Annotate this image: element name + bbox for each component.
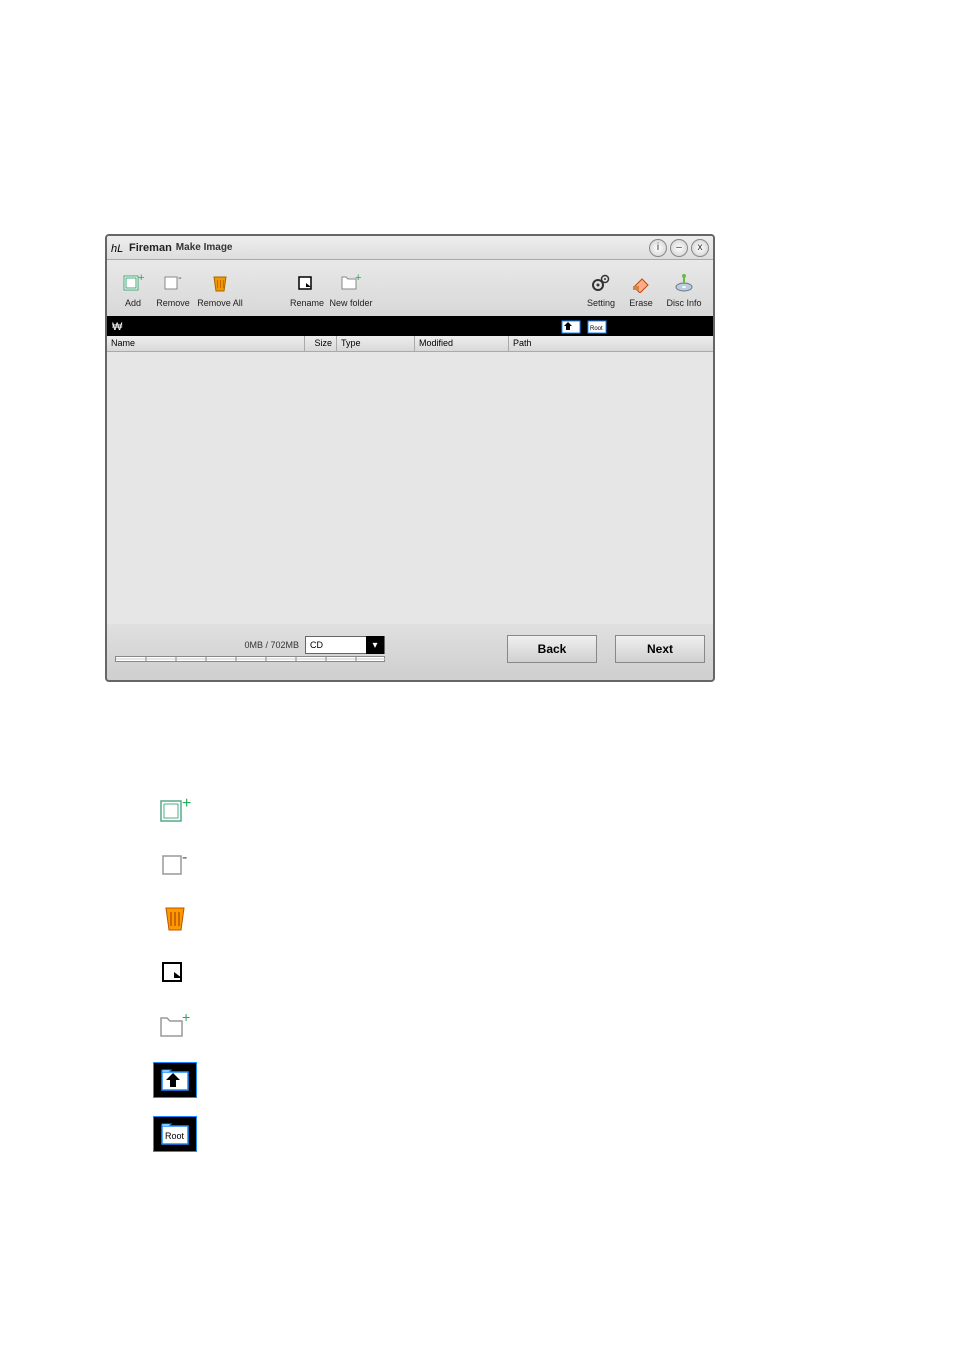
disc-info-icon [673, 272, 695, 294]
rename-label: Rename [290, 298, 324, 308]
remove-all-button[interactable]: Remove All [193, 272, 247, 308]
bottom-bar: 0MB / 702MB CD ▾ Back Next [107, 624, 713, 674]
folder-up-button[interactable] [561, 318, 583, 334]
col-type[interactable]: Type [337, 336, 415, 351]
legend-add-icon: + [153, 792, 197, 828]
legend-rename-icon [153, 954, 197, 990]
info-icon: i [657, 242, 659, 253]
toolbar-group-mid: Rename + New folder [287, 272, 375, 308]
toolbar: + Add - Remove Remove All [107, 260, 713, 316]
info-button[interactable]: i [649, 239, 667, 257]
erase-button[interactable]: Erase [621, 272, 661, 308]
svg-text:+: + [182, 1012, 190, 1025]
col-size[interactable]: Size [305, 336, 337, 351]
add-label: Add [125, 298, 141, 308]
svg-text:-: - [182, 850, 187, 866]
setting-button[interactable]: Setting [581, 272, 621, 308]
disc-info-label: Disc Info [666, 298, 701, 308]
rename-icon [296, 272, 318, 294]
path-bar: ₩ Root [107, 316, 713, 336]
chevron-down-icon: ▾ [366, 636, 384, 654]
title-bar: hL Fireman Make Image i – x [107, 236, 713, 260]
window-controls: i – x [649, 239, 709, 257]
nav-buttons: Back Next [497, 635, 705, 663]
svg-text:-: - [178, 273, 182, 284]
media-selected: CD [306, 640, 366, 650]
back-button[interactable]: Back [507, 635, 597, 663]
minimize-button[interactable]: – [670, 239, 688, 257]
list-header: Name Size Type Modified Path [107, 336, 713, 352]
disc-info-button[interactable]: Disc Info [661, 272, 707, 308]
remove-all-icon [209, 272, 231, 294]
toolbar-group-right: Setting Erase Disc Info [581, 272, 707, 308]
new-folder-label: New folder [329, 298, 372, 308]
folder-root-button[interactable]: Root [587, 318, 609, 334]
add-icon: + [122, 272, 144, 294]
legend-new-folder-icon: + [153, 1008, 197, 1044]
brand-logo-icon: hL [111, 241, 127, 255]
next-button[interactable]: Next [615, 635, 705, 663]
gear-icon [590, 272, 612, 294]
root-path-icon: ₩ [111, 319, 125, 333]
close-icon: x [698, 242, 703, 253]
brand-title: Fireman [129, 242, 172, 254]
remove-icon: - [162, 272, 184, 294]
svg-text:+: + [138, 273, 144, 284]
col-modified[interactable]: Modified [415, 336, 509, 351]
legend-folder-up-icon [153, 1062, 197, 1098]
svg-text:hL: hL [111, 243, 123, 255]
capacity-meter [115, 656, 385, 662]
svg-text:Root: Root [590, 326, 603, 332]
legend-folder-root-icon: Root [153, 1116, 197, 1152]
rename-button[interactable]: Rename [287, 272, 327, 308]
legend-remove-icon: - [153, 846, 197, 882]
erase-icon [630, 272, 652, 294]
toolbar-group-left: + Add - Remove Remove All [113, 272, 247, 308]
minimize-icon: – [676, 242, 682, 253]
setting-label: Setting [587, 298, 615, 308]
capacity-label: 0MB / 702MB [244, 640, 299, 650]
media-select[interactable]: CD ▾ [305, 636, 385, 654]
window-subtitle: Make Image [176, 242, 233, 253]
svg-text:+: + [182, 796, 191, 812]
icon-legend: + - + Root [153, 792, 197, 1152]
svg-text:₩: ₩ [112, 321, 123, 333]
col-name[interactable]: Name [107, 336, 305, 351]
svg-text:+: + [355, 273, 361, 284]
svg-text:Root: Root [165, 1131, 185, 1141]
make-image-window: hL Fireman Make Image i – x + Add - Remo… [105, 234, 715, 682]
col-path[interactable]: Path [509, 336, 713, 351]
file-list[interactable] [107, 352, 713, 624]
remove-button[interactable]: - Remove [153, 272, 193, 308]
close-button[interactable]: x [691, 239, 709, 257]
remove-all-label: Remove All [197, 298, 243, 308]
new-folder-button[interactable]: + New folder [327, 272, 375, 308]
remove-label: Remove [156, 298, 190, 308]
legend-remove-all-icon [153, 900, 197, 936]
add-button[interactable]: + Add [113, 272, 153, 308]
new-folder-icon: + [340, 272, 362, 294]
erase-label: Erase [629, 298, 653, 308]
